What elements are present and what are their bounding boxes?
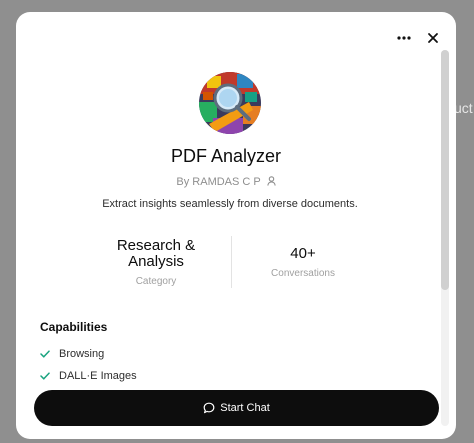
capability-item: DALL·E Images xyxy=(40,368,137,384)
more-options-icon xyxy=(397,36,411,40)
capability-item: Browsing xyxy=(40,346,104,362)
scrollbar-thumb[interactable] xyxy=(441,50,449,290)
conversations-value: 40+ xyxy=(290,245,316,262)
stats-divider xyxy=(231,236,232,288)
close-icon xyxy=(428,33,438,43)
author-name: By RAMDAS C P xyxy=(176,176,261,188)
close-button[interactable] xyxy=(421,26,445,50)
capabilities-heading: Capabilities xyxy=(40,320,108,334)
gpt-author[interactable]: By RAMDAS C P xyxy=(16,176,436,188)
check-icon xyxy=(40,372,50,380)
start-chat-label: Start Chat xyxy=(220,402,270,414)
capability-label: DALL·E Images xyxy=(59,370,137,382)
gpt-avatar xyxy=(199,72,261,134)
stat-conversations: 40+ Conversations xyxy=(238,238,368,280)
gpt-title: PDF Analyzer xyxy=(170,146,282,166)
person-icon xyxy=(266,176,276,186)
stat-category: Research & Analysis Category xyxy=(91,237,221,288)
check-icon xyxy=(40,350,50,358)
more-options-button[interactable] xyxy=(392,26,416,50)
capability-label: Browsing xyxy=(59,348,105,360)
conversations-label: Conversations xyxy=(271,268,335,279)
category-label: Category xyxy=(135,276,177,287)
scrollbar[interactable] xyxy=(441,50,449,426)
start-chat-button[interactable]: Start Chat xyxy=(34,390,439,426)
category-value: Research & Analysis xyxy=(116,237,196,270)
chat-bubble-icon xyxy=(203,402,215,414)
gpt-description: Extract insights seamlessly from diverse… xyxy=(102,198,358,210)
backdrop-partial-text: uct xyxy=(454,100,473,116)
gpt-details-modal: PDF Analyzer By RAMDAS C P Extract insig… xyxy=(16,12,456,439)
